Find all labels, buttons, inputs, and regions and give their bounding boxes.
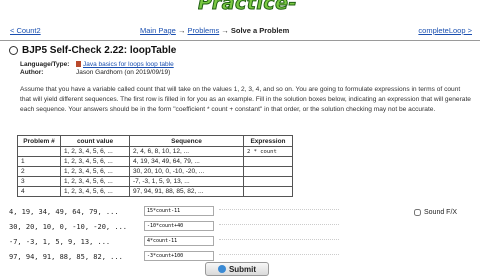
table-cell: 1	[17, 156, 61, 167]
table-header-row: Problem # count value Sequence Expressio…	[17, 135, 293, 147]
sequence-label: 4, 19, 34, 49, 64, 79, ...	[9, 208, 119, 216]
sound-fx-checkbox[interactable]	[414, 209, 421, 216]
table-cell: 2	[17, 166, 61, 177]
problem-title: BJP5 Self-Check 2.22: loopTable	[9, 45, 176, 56]
breadcrumb-separator: →	[175, 26, 188, 35]
column-header: Problem #	[17, 135, 61, 147]
problem-description: Assume that you have a variable called c…	[20, 86, 471, 113]
table-cell: 1, 2, 3, 4, 5, 6, ...	[60, 146, 130, 157]
table-cell	[243, 186, 293, 197]
prev-problem-link[interactable]: < Count2	[10, 26, 41, 35]
table-row: 3 1, 2, 3, 4, 5, 6, ... -7, -3, 1, 5, 9,…	[17, 176, 293, 187]
breadcrumb-separator: →	[219, 26, 231, 35]
expression-input-4[interactable]	[144, 251, 214, 261]
problem-title-text: BJP5 Self-Check 2.22: loopTable	[22, 45, 177, 56]
submit-icon	[217, 265, 226, 273]
table-cell: 4, 19, 34, 49, 64, 79, ...	[129, 156, 244, 167]
submit-label: Submit	[228, 264, 257, 274]
author-label: Author:	[20, 69, 44, 76]
table-cell: 1, 2, 3, 4, 5, 6, ...	[60, 166, 130, 177]
problems-link[interactable]: Problems	[188, 26, 220, 35]
author-value: Jason Gardhorn (on 2019/09/19)	[76, 69, 171, 76]
table-cell: 1, 2, 3, 4, 5, 6, ...	[60, 186, 130, 197]
column-header: Sequence	[129, 135, 244, 147]
sound-fx-toggle[interactable]: Sound F/X	[414, 209, 457, 216]
table-cell	[243, 156, 293, 167]
sound-fx-label: Sound F/X	[424, 209, 458, 216]
java-icon	[76, 61, 81, 67]
table-row: 4 1, 2, 3, 4, 5, 6, ... 97, 94, 91, 88, …	[17, 186, 293, 197]
result-area	[219, 253, 339, 255]
result-area	[219, 208, 339, 210]
next-problem-link[interactable]: completeLoop >	[418, 26, 472, 35]
table-cell: 2 * count	[243, 146, 293, 157]
expression-input-3[interactable]	[144, 236, 214, 246]
table-cell	[243, 176, 293, 187]
table-cell	[243, 166, 293, 177]
expression-input-1[interactable]	[144, 206, 214, 216]
table-cell: 3	[17, 176, 61, 187]
table-cell: 1, 2, 3, 4, 5, 6, ...	[60, 176, 130, 187]
table-cell: 4	[17, 186, 61, 197]
table-row: 1 1, 2, 3, 4, 5, 6, ... 4, 19, 34, 49, 6…	[17, 156, 293, 167]
expression-input-2[interactable]	[144, 221, 214, 231]
main-page-link[interactable]: Main Page	[140, 26, 176, 35]
current-page-label: Solve a Problem	[230, 26, 290, 35]
table-cell: 2, 4, 6, 8, 10, 12, ...	[129, 146, 244, 157]
table-cell: 30, 20, 10, 0, -10, -20, ...	[129, 166, 244, 177]
sequence-label: 30, 20, 10, 0, -10, -20, ...	[9, 223, 128, 231]
navigation-bar: < Count2 Main Page → Problems → Solve a …	[0, 26, 480, 38]
table-cell: 97, 94, 91, 88, 85, 82, ...	[129, 186, 244, 197]
table-row: 2 1, 2, 3, 4, 5, 6, ... 30, 20, 10, 0, -…	[17, 166, 293, 177]
table-cell: -7, -3, 1, 5, 9, 13, ...	[129, 176, 244, 187]
submit-button[interactable]: Submit	[205, 262, 269, 276]
table-cell	[17, 146, 61, 157]
divider	[0, 40, 480, 41]
sequence-label: 97, 94, 91, 88, 85, 82, ...	[9, 253, 123, 261]
loop-table: Problem # count value Sequence Expressio…	[17, 135, 293, 197]
result-area	[219, 238, 339, 240]
language-link[interactable]: Java basics for loops loop table	[83, 61, 174, 68]
table-row: 1, 2, 3, 4, 5, 6, ... 2, 4, 6, 8, 10, 12…	[17, 146, 293, 157]
table-cell: 1, 2, 3, 4, 5, 6, ...	[60, 156, 130, 167]
result-area	[219, 223, 339, 225]
site-logo: Practice-It!	[198, 0, 318, 12]
sequence-label: -7, -3, 1, 5, 9, 13, ...	[9, 238, 111, 246]
status-circle-icon	[9, 46, 18, 55]
column-header: Expression	[243, 135, 293, 147]
language-label: Language/Type:	[20, 61, 70, 68]
breadcrumb: Main Page → Problems → Solve a Problem	[140, 26, 289, 35]
column-header: count value	[60, 135, 130, 147]
problem-meta: Language/Type: Java basics for loops loop…	[20, 61, 174, 77]
logo-text: Practice-It!	[198, 0, 297, 12]
